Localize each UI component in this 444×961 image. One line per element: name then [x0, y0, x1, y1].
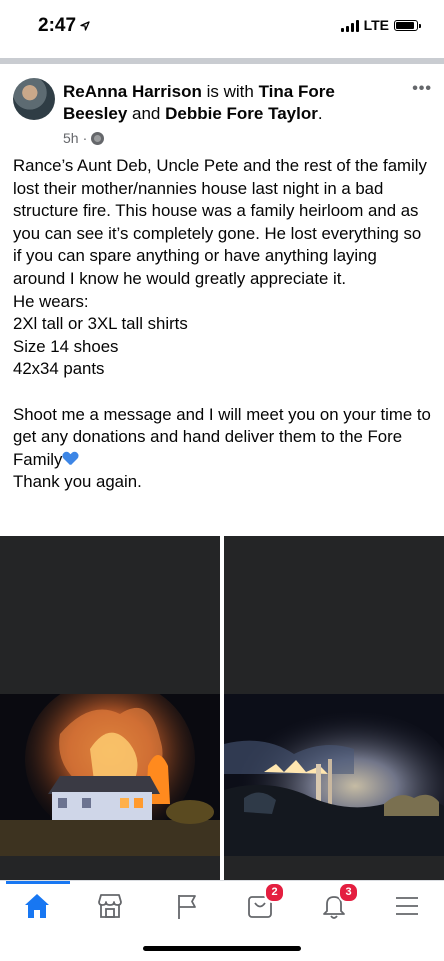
shop-badge: 2 — [264, 882, 285, 903]
home-indicator — [143, 946, 301, 951]
tagged-person-2-link[interactable]: Debbie Fore Taylor — [165, 104, 318, 123]
post-timestamp[interactable]: 5h — [63, 130, 79, 146]
wears-label: He wears: — [13, 291, 89, 311]
blue-heart-icon — [63, 452, 78, 466]
clock-time: 2:47 — [38, 15, 77, 36]
tab-notifications[interactable]: 3 — [319, 882, 359, 921]
home-icon — [25, 894, 49, 918]
tab-marketplace[interactable] — [95, 891, 125, 921]
globe-icon[interactable] — [91, 131, 105, 145]
status-indicators: LTE — [340, 17, 421, 33]
marketplace-icon — [98, 894, 122, 918]
house-fire-photo-2[interactable] — [224, 536, 444, 880]
more-options-button[interactable]: ••• — [412, 80, 432, 98]
post-title: ReAnna Harrison is with Tina Fore Beesle… — [63, 82, 335, 123]
house-fire-image-2 — [224, 694, 444, 856]
battery-icon — [394, 19, 421, 31]
status-bar: 2:47 LTE — [0, 0, 444, 52]
post-paragraph: Rance’s Aunt Deb, Uncle Pete and the res… — [13, 156, 427, 288]
notifications-badge: 3 — [338, 882, 359, 903]
author-avatar[interactable] — [13, 78, 55, 120]
feed-divider — [0, 58, 444, 64]
shoes-line: Size 14 shoes — [13, 336, 119, 356]
pages-flag-icon — [178, 895, 196, 919]
author-name-link[interactable]: ReAnna Harrison — [63, 82, 202, 101]
tab-home[interactable] — [22, 891, 52, 921]
network-type: LTE — [363, 17, 389, 33]
status-time: 2:47 — [38, 15, 90, 37]
closing-paragraph: Shoot me a message and I will meet you o… — [13, 404, 433, 472]
post-body: Rance’s Aunt Deb, Uncle Pete and the res… — [13, 155, 433, 494]
meta-separator: · — [82, 130, 88, 146]
and-text: and — [132, 104, 161, 123]
tab-shop[interactable]: 2 — [245, 882, 285, 921]
house-fire-photo-1[interactable] — [0, 536, 220, 880]
tab-pages[interactable] — [172, 891, 202, 921]
post-header: ReAnna Harrison is with Tina Fore Beesle… — [0, 70, 444, 150]
thanks-line: Thank you again. — [13, 472, 142, 492]
pants-line: 42x34 pants — [13, 359, 105, 379]
post-photos — [0, 536, 444, 880]
tab-menu[interactable] — [392, 891, 422, 921]
house-fire-image-1 — [0, 694, 220, 856]
with-text: is with — [206, 82, 254, 101]
shirts-line: 2Xl tall or 3XL tall shirts — [13, 314, 188, 334]
menu-icon — [396, 897, 418, 915]
cellular-signal-icon — [340, 19, 359, 32]
active-tab-indicator — [6, 881, 70, 884]
post-meta: 5h · — [63, 130, 105, 146]
location-arrow-icon — [80, 21, 90, 31]
